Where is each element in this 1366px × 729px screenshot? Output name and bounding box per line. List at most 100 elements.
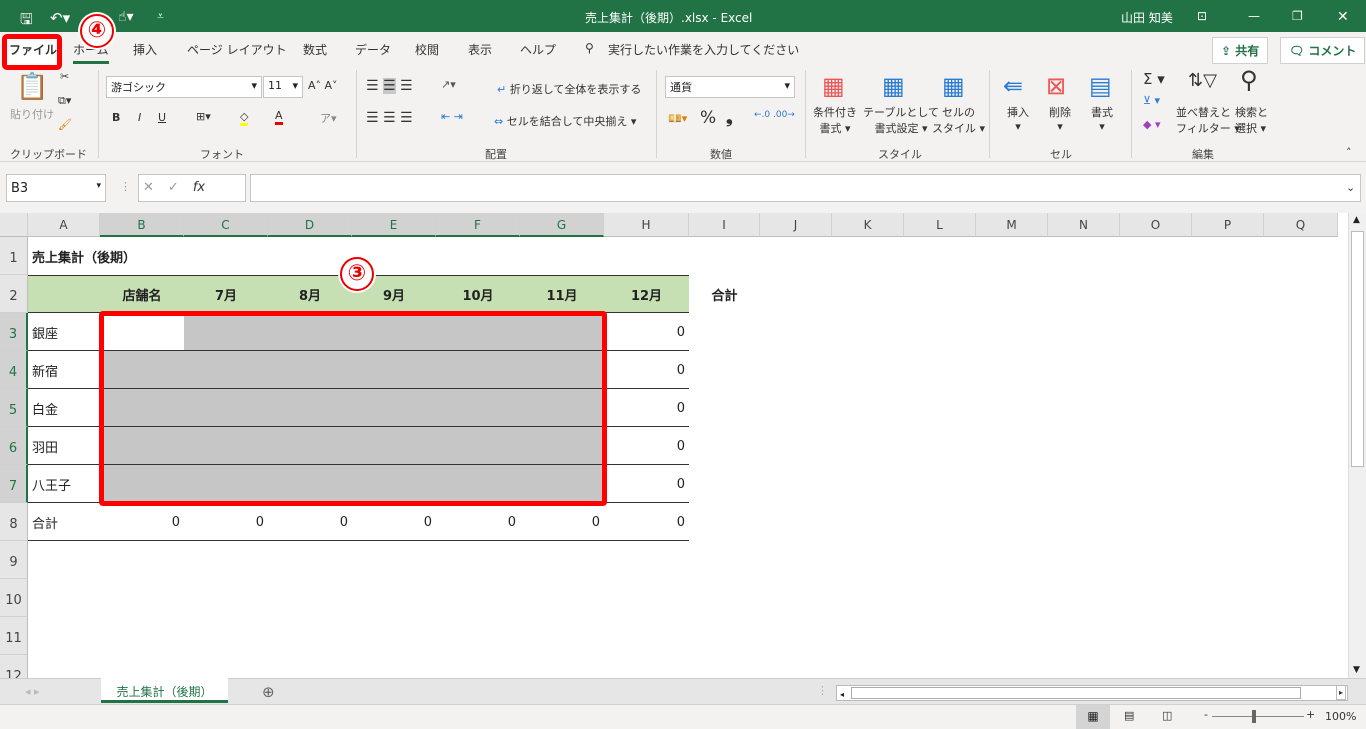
cell-styles-button[interactable]: セルの スタイル ▾ xyxy=(932,104,985,136)
phonetic-icon[interactable]: ア▾ xyxy=(320,110,337,126)
format-as-table-button[interactable]: テーブルとして 書式設定 ▾ xyxy=(863,104,939,136)
indent-icon[interactable]: ⇤ ⇥ xyxy=(441,110,463,123)
store-name[interactable]: 羽田 xyxy=(28,427,62,465)
tab-data[interactable]: データ xyxy=(355,41,391,58)
formula-input[interactable] xyxy=(250,174,1361,202)
font-size-select[interactable]: 11 ▾ xyxy=(263,76,303,98)
row-header-3[interactable]: 3 xyxy=(0,313,28,351)
page-layout-view-icon[interactable]: ▤ xyxy=(1124,709,1134,722)
save-icon[interactable]: 🖫 xyxy=(20,9,33,34)
month-total[interactable]: 0 xyxy=(268,503,352,541)
ribbon-display-icon[interactable]: ⊡ xyxy=(1197,9,1207,23)
column-header-E[interactable]: E xyxy=(352,213,436,237)
select-all-corner[interactable] xyxy=(0,213,28,237)
column-header-A[interactable]: A xyxy=(28,213,100,237)
scroll-down-icon[interactable]: ▼ xyxy=(1353,665,1360,675)
column-header-D[interactable]: D xyxy=(268,213,352,237)
month-total[interactable]: 0 xyxy=(184,503,268,541)
tell-me-input[interactable]: 実行したい作業を入力してください xyxy=(608,41,799,58)
number-format-select[interactable]: 通貨 ▾ xyxy=(665,76,795,98)
comment-button[interactable]: 🗨 コメント xyxy=(1280,37,1366,64)
column-header-O[interactable]: O xyxy=(1120,213,1192,237)
delete-cells-button[interactable]: 削除 ▾ xyxy=(1049,104,1071,133)
clear-icon[interactable]: ◆ ▾ xyxy=(1143,118,1160,131)
sheet-tab-active[interactable]: 売上集計（後期） xyxy=(101,678,228,703)
new-sheet-icon[interactable]: ⊕ xyxy=(262,683,275,701)
worksheet-grid[interactable]: A B C D E F G H I J K L M N O P Q 1 2 3 4 5 6 7 8 9 10 11 12 売上集計（後期）… xyxy=(0,213,1348,678)
conditional-format-button[interactable]: 条件付き 書式 ▾ xyxy=(813,104,857,136)
column-header-H[interactable]: H xyxy=(604,213,689,237)
page-break-view-icon[interactable]: ◫ xyxy=(1162,709,1172,722)
tab-review[interactable]: 校閲 xyxy=(415,41,439,58)
insert-function-icon[interactable]: fx xyxy=(193,180,205,195)
normal-view-icon[interactable]: ▦ xyxy=(1076,705,1110,729)
tab-view[interactable]: 表示 xyxy=(468,41,492,58)
orientation-icon[interactable]: ↗▾ xyxy=(441,78,456,91)
row-header-12[interactable]: 12 xyxy=(0,655,28,678)
month-total[interactable]: 0 xyxy=(436,503,520,541)
store-name[interactable]: 八王子 xyxy=(28,465,75,503)
collapse-ribbon-icon[interactable]: ˄ xyxy=(1346,146,1352,159)
column-header-N[interactable]: N xyxy=(1048,213,1120,237)
fill-color-icon[interactable]: ◇ xyxy=(240,110,249,126)
column-header-K[interactable]: K xyxy=(832,213,904,237)
column-header-B[interactable]: B xyxy=(100,213,184,237)
zoom-slider-thumb[interactable] xyxy=(1252,710,1256,723)
cut-icon[interactable]: ✂ xyxy=(60,70,69,83)
grow-font-icon[interactable]: A˄ A˅ xyxy=(308,79,338,92)
column-header-P[interactable]: P xyxy=(1192,213,1264,237)
row-header-2[interactable]: 2 xyxy=(0,275,28,313)
store-total[interactable]: 0 xyxy=(604,389,689,427)
month-total[interactable]: 0 xyxy=(100,503,184,541)
column-label[interactable]: 8月 xyxy=(268,275,352,313)
percent-button[interactable]: % xyxy=(700,108,716,128)
undo-icon[interactable]: ↶▾ xyxy=(50,9,70,27)
accounting-icon[interactable]: 💴▾ xyxy=(668,112,687,125)
column-header-G[interactable]: G xyxy=(520,213,604,237)
touch-mode-icon[interactable]: ☝▾ xyxy=(118,9,134,25)
column-label[interactable]: 合計 xyxy=(689,275,760,313)
vertical-scrollbar[interactable]: ▲ ▼ xyxy=(1348,213,1366,678)
store-name[interactable]: 白金 xyxy=(28,389,62,427)
month-total[interactable]: 0 xyxy=(520,503,604,541)
store-total[interactable]: 0 xyxy=(604,465,689,503)
total-label[interactable]: 合計 xyxy=(28,503,62,541)
align-left-icon[interactable]: ☰ ☰ ☰ xyxy=(366,110,413,126)
store-total[interactable]: 0 xyxy=(604,313,689,351)
name-box[interactable]: B3 ▾ xyxy=(6,174,106,202)
row-header-9[interactable]: 9 xyxy=(0,541,28,579)
comma-button[interactable]: ❟ xyxy=(726,108,733,128)
row-header-10[interactable]: 10 xyxy=(0,579,28,617)
column-header-C[interactable]: C xyxy=(184,213,268,237)
horizontal-scrollbar[interactable]: ◂ xyxy=(836,685,1348,701)
row-header-1[interactable]: 1 xyxy=(0,237,28,275)
format-painter-icon[interactable]: 🖌 xyxy=(58,118,72,131)
sheet-title[interactable]: 売上集計（後期） xyxy=(28,237,140,275)
prev-sheet-icon[interactable]: ◂ ▸ xyxy=(25,685,40,698)
insert-cells-button[interactable]: 挿入 ▾ xyxy=(1007,104,1029,133)
column-label[interactable]: 11月 xyxy=(520,275,604,313)
store-name[interactable]: 銀座 xyxy=(28,313,62,351)
zoom-out-icon[interactable]: - xyxy=(1204,708,1208,721)
merge-center-button[interactable]: ⇔ セルを結合して中央揃え ▾ xyxy=(494,113,636,129)
cancel-icon[interactable]: ✕ xyxy=(143,180,168,195)
zoom-in-icon[interactable]: + xyxy=(1306,708,1315,721)
wrap-text-button[interactable]: ↵ 折り返して全体を表示する xyxy=(497,81,641,97)
row-header-6[interactable]: 6 xyxy=(0,427,28,465)
column-header-L[interactable]: L xyxy=(904,213,976,237)
paste-button[interactable]: 貼り付け xyxy=(10,106,54,122)
row-header-7[interactable]: 7 xyxy=(0,465,28,503)
font-color-icon[interactable]: A xyxy=(275,109,283,125)
format-cells-button[interactable]: 書式 ▾ xyxy=(1091,104,1113,133)
user-name[interactable]: 山田 知美 xyxy=(1121,9,1173,26)
restore-icon[interactable]: ❐ xyxy=(1292,9,1303,23)
column-header-J[interactable]: J xyxy=(760,213,832,237)
row-header-11[interactable]: 11 xyxy=(0,617,28,655)
align-top-icon[interactable]: ☰ ☰ ☰ xyxy=(366,78,413,94)
column-header-Q[interactable]: Q xyxy=(1264,213,1338,237)
row-header-5[interactable]: 5 xyxy=(0,389,28,427)
copy-icon[interactable]: ⧉▾ xyxy=(58,94,71,108)
column-header-I[interactable]: I xyxy=(689,213,760,237)
column-header-M[interactable]: M xyxy=(976,213,1048,237)
find-select-button[interactable]: 検索と 選択 ▾ xyxy=(1235,104,1268,136)
